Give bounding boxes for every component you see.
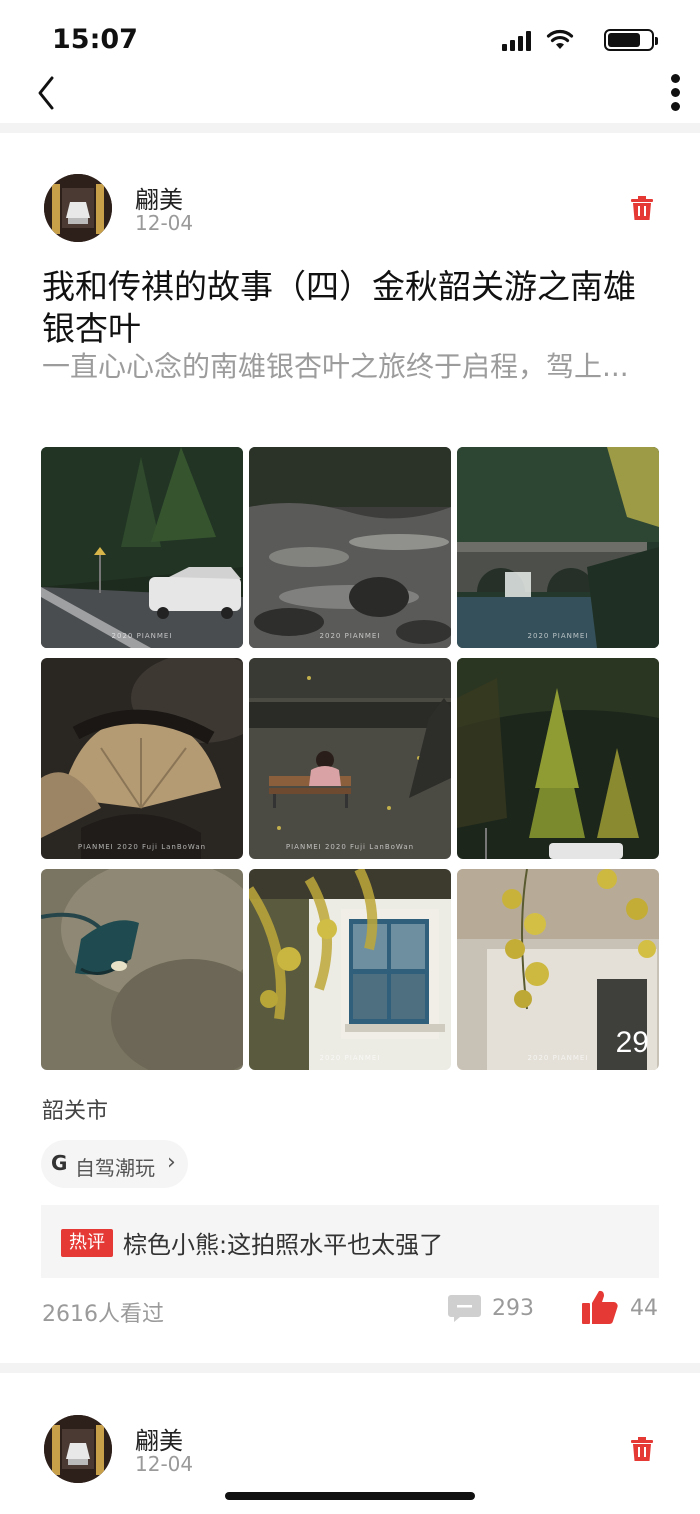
- cellular-signal-icon: [502, 29, 534, 51]
- thumbs-up-icon: [582, 1290, 618, 1324]
- avatar[interactable]: [44, 1415, 112, 1483]
- photo-watermark: 2020 PIANMEI: [527, 632, 589, 640]
- comment-button[interactable]: 293: [448, 1293, 548, 1327]
- post-title[interactable]: 我和传祺的故事（四）金秋韶关游之南雄银杏叶: [42, 266, 662, 350]
- comment-icon: [448, 1295, 481, 1322]
- photo-thumbnail[interactable]: 2020 PIANMEI: [41, 447, 243, 648]
- nav-bar: [0, 60, 700, 124]
- author-name[interactable]: 翩美: [135, 180, 183, 215]
- trash-icon[interactable]: [630, 195, 654, 221]
- wifi-icon: [546, 29, 574, 49]
- topic-tag[interactable]: G 自驾潮玩 ›: [41, 1140, 188, 1188]
- hot-comment[interactable]: 热评 棕色小熊:这拍照水平也太强了: [41, 1205, 659, 1278]
- photo-watermark: PIANMEI 2020 Fuji LanBoWan: [285, 843, 415, 851]
- photo-thumbnail[interactable]: [457, 658, 659, 859]
- location-label[interactable]: 韶关市: [42, 1093, 108, 1125]
- photo-thumbnail[interactable]: 2020 PIANMEI: [249, 869, 451, 1070]
- photo-thumbnail[interactable]: 2020 PIANMEI: [457, 447, 659, 648]
- avatar-image: [44, 1415, 112, 1483]
- post-date: 12-04: [135, 1452, 194, 1476]
- photo-grid: 2020 PIANMEI 2020 PIANMEI 2020 PIANMEI P…: [41, 447, 659, 1071]
- photo-thumbnail[interactable]: [41, 869, 243, 1070]
- hot-comment-text: 棕色小熊:这拍照水平也太强了: [123, 1231, 444, 1259]
- back-arrow-icon[interactable]: [30, 66, 66, 112]
- like-button[interactable]: 44: [582, 1290, 662, 1326]
- trash-icon[interactable]: [630, 1436, 654, 1462]
- author-name[interactable]: 翩美: [135, 1421, 183, 1456]
- photo-watermark: 2020 PIANMEI: [319, 632, 381, 640]
- avatar-image: [44, 174, 112, 242]
- photo-count: 29: [615, 1026, 649, 1059]
- photo-thumbnail[interactable]: PIANMEI 2020 Fuji LanBoWan: [249, 658, 451, 859]
- photo-thumbnail[interactable]: 2020 PIANMEI 29: [457, 869, 659, 1070]
- view-count: 2616人看过: [42, 1302, 164, 1327]
- post-excerpt[interactable]: 一直心心念的南雄银杏叶之旅终于启程，驾上...: [42, 346, 632, 388]
- post-date: 12-04: [135, 211, 194, 235]
- photo-thumbnail[interactable]: PIANMEI 2020 Fuji LanBoWan: [41, 658, 243, 859]
- home-indicator[interactable]: [225, 1492, 475, 1500]
- brand-g-icon: G: [51, 1151, 68, 1175]
- status-icons: [494, 29, 658, 53]
- photo-thumbnail[interactable]: 2020 PIANMEI: [249, 447, 451, 648]
- comment-count: 293: [492, 1296, 534, 1321]
- hot-comment-badge: 热评: [61, 1229, 113, 1257]
- like-count: 44: [630, 1296, 658, 1321]
- status-bar: 15:07: [0, 0, 700, 60]
- topic-tag-label: 自驾潮玩: [75, 1156, 155, 1180]
- photo-watermark: PIANMEI 2020 Fuji LanBoWan: [77, 843, 207, 851]
- photo-watermark: 2020 PIANMEI: [111, 632, 173, 640]
- status-time: 15:07: [52, 24, 138, 55]
- battery-icon: [604, 29, 658, 51]
- avatar[interactable]: [44, 174, 112, 242]
- chevron-right-icon: ›: [167, 1150, 176, 1175]
- more-options-icon[interactable]: [664, 68, 688, 116]
- section-divider: [0, 123, 700, 133]
- photo-watermark: 2020 PIANMEI: [319, 1054, 381, 1062]
- section-divider: [0, 1363, 700, 1373]
